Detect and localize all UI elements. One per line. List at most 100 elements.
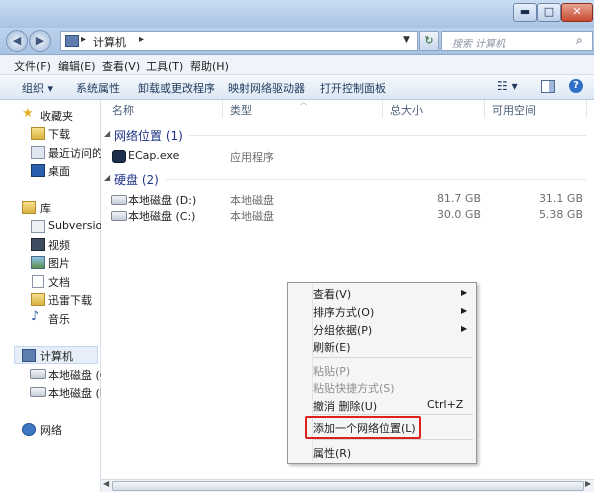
ctx-paste-shortcut[interactable]: 粘贴快捷方式(S): [313, 380, 395, 396]
view-options-icon[interactable]: ☷ ▾: [497, 79, 518, 93]
ctx-view[interactable]: 查看(V): [313, 286, 351, 302]
menu-edit[interactable]: 编辑(E): [58, 58, 96, 74]
nav-local-disk-c[interactable]: 本地磁盘 (C: [0, 366, 107, 383]
windows-drive-icon: [111, 211, 127, 221]
row-free-space: 31.1 GB: [538, 192, 583, 205]
row-name: ECap.exe: [128, 149, 180, 162]
nav-subversion[interactable]: Subversion: [0, 218, 109, 235]
nav-favorites[interactable]: ★ 收藏夹: [0, 106, 100, 124]
system-properties-button[interactable]: 系统属性: [76, 80, 120, 96]
table-row[interactable]: ECap.exe 应用程序: [104, 148, 586, 164]
nav-libraries[interactable]: 库: [0, 199, 100, 216]
scroll-left-icon[interactable]: ◀: [103, 479, 109, 488]
row-name: 本地磁盘 (D:): [128, 194, 197, 207]
breadcrumb-chevron-icon[interactable]: ▸: [139, 34, 144, 45]
column-header-type[interactable]: 类型: [230, 102, 252, 118]
collapse-triangle-icon[interactable]: ◢: [104, 173, 110, 182]
scroll-right-icon[interactable]: ▶: [585, 479, 591, 488]
open-control-panel-button[interactable]: 打开控制面板: [320, 80, 386, 96]
drive-icon: [30, 387, 46, 397]
nav-thunder-downloads[interactable]: 迅雷下载: [0, 291, 100, 308]
column-separator[interactable]: [382, 100, 383, 118]
menu-separator: [313, 414, 473, 415]
download-folder-icon: [31, 127, 45, 140]
folder-icon: [31, 293, 45, 306]
group-header-network[interactable]: 网络位置 (1): [114, 127, 183, 144]
scrollbar-thumb[interactable]: [112, 481, 584, 491]
refresh-icon[interactable]: ↻: [419, 31, 439, 51]
menu-separator: [313, 439, 473, 440]
map-network-drive-button[interactable]: 映射网络驱动器: [228, 80, 305, 96]
recent-places-icon: [31, 146, 45, 159]
picture-icon: [31, 256, 45, 269]
star-icon: ★: [22, 106, 34, 121]
breadcrumb-computer[interactable]: 计算机: [93, 34, 126, 50]
search-placeholder: 搜索 计算机: [452, 39, 506, 50]
row-type: 本地磁盘: [230, 210, 274, 223]
column-separator[interactable]: [586, 100, 587, 118]
shortcut-label: Ctrl+Z: [427, 398, 464, 411]
nav-computer[interactable]: 计算机: [0, 347, 100, 364]
application-icon: [112, 150, 126, 163]
table-row[interactable]: 本地磁盘 (D:) 本地磁盘 81.7 GB 31.1 GB: [104, 191, 586, 207]
forward-button[interactable]: ▶: [29, 30, 51, 52]
ctx-group-by[interactable]: 分组依据(P): [313, 322, 372, 338]
subversion-icon: [31, 220, 45, 233]
row-total-size: 30.0 GB: [436, 208, 481, 221]
preview-pane-icon[interactable]: [541, 80, 555, 93]
menu-view[interactable]: 查看(V): [102, 58, 140, 74]
windows-drive-icon: [30, 369, 46, 379]
desktop-icon: [31, 164, 45, 177]
ctx-sort-by[interactable]: 排序方式(O): [313, 304, 374, 320]
row-total-size: 81.7 GB: [436, 192, 481, 205]
nav-recent[interactable]: 最近访问的: [0, 144, 103, 161]
row-free-space: 5.38 GB: [538, 208, 583, 221]
menu-tools[interactable]: 工具(T): [146, 58, 183, 74]
close-button[interactable]: ✕: [561, 3, 593, 22]
sort-indicator-icon: ︿: [300, 98, 307, 106]
column-header-free-space[interactable]: 可用空间: [492, 102, 536, 118]
group-divider: [188, 135, 586, 136]
organize-button[interactable]: 组织 ▾: [22, 80, 53, 96]
collapse-triangle-icon[interactable]: ◢: [104, 129, 110, 138]
ctx-properties[interactable]: 属性(R): [313, 445, 351, 461]
ctx-refresh[interactable]: 刷新(E): [313, 339, 351, 355]
ctx-undo-delete[interactable]: 撤消 删除(U): [313, 398, 377, 414]
ctx-paste[interactable]: 粘贴(P): [313, 363, 350, 379]
menu-separator: [313, 357, 473, 358]
menu-help[interactable]: 帮助(H): [190, 58, 229, 74]
nav-downloads[interactable]: 下载: [0, 125, 100, 142]
nav-music[interactable]: ♪ 音乐: [0, 309, 100, 327]
highlight-box: [305, 416, 421, 439]
maximize-button[interactable]: □: [537, 3, 561, 22]
help-icon[interactable]: ?: [569, 79, 583, 93]
column-separator[interactable]: [222, 100, 223, 118]
nav-local-disk-d[interactable]: 本地磁盘 (D: [0, 384, 108, 401]
nav-network[interactable]: 网络: [0, 421, 100, 438]
table-row[interactable]: 本地磁盘 (C:) 本地磁盘 30.0 GB 5.38 GB: [104, 207, 586, 223]
group-header-disks[interactable]: 硬盘 (2): [114, 171, 159, 188]
search-input[interactable]: 搜索 计算机 ⌕: [441, 31, 593, 51]
document-icon: [32, 275, 44, 288]
breadcrumb-chevron-icon[interactable]: ▸: [81, 34, 86, 45]
title-bar: [0, 0, 594, 28]
nav-desktop[interactable]: 桌面: [0, 162, 100, 179]
library-icon: [22, 201, 36, 214]
video-icon: [31, 238, 45, 251]
search-icon[interactable]: ⌕: [576, 33, 583, 48]
minimize-button[interactable]: ▬: [513, 3, 537, 22]
address-bar[interactable]: ▸ 计算机 ▸ ▼: [60, 31, 418, 51]
column-header-name[interactable]: 名称: [112, 102, 134, 118]
nav-documents[interactable]: 文档: [0, 273, 100, 290]
nav-pictures[interactable]: 图片: [0, 254, 100, 271]
nav-videos[interactable]: 视频: [0, 236, 100, 253]
menu-file[interactable]: 文件(F): [14, 58, 51, 74]
uninstall-program-button[interactable]: 卸载或更改程序: [138, 80, 215, 96]
row-type: 应用程序: [230, 151, 274, 164]
column-separator[interactable]: [484, 100, 485, 118]
column-header-total-size[interactable]: 总大小: [390, 102, 423, 118]
address-dropdown-icon[interactable]: ▼: [403, 35, 410, 45]
computer-icon: [22, 349, 36, 362]
back-button[interactable]: ◀: [6, 30, 28, 52]
submenu-arrow-icon: ▶: [461, 288, 468, 297]
